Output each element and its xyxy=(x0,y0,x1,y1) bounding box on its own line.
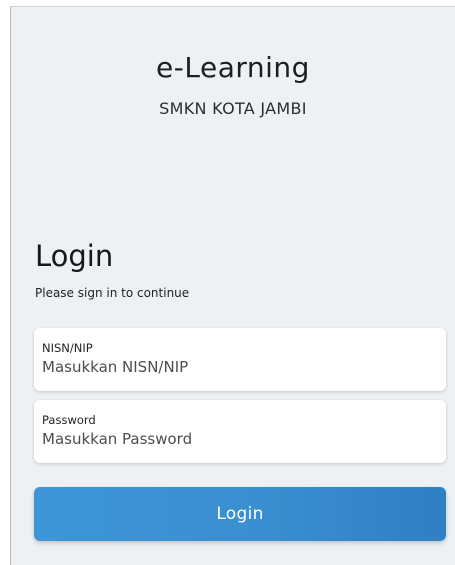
password-field-label: Password xyxy=(42,413,96,427)
school-name: SMKN KOTA JAMBI xyxy=(159,99,307,118)
login-screen: e-Learning SMKN KOTA JAMBI Login Please … xyxy=(10,6,455,565)
nisn-field[interactable]: NISN/NIP xyxy=(34,328,446,391)
nisn-input[interactable] xyxy=(42,358,437,376)
login-heading: Login xyxy=(35,239,114,273)
password-input[interactable] xyxy=(42,430,437,448)
login-subtitle: Please sign in to continue xyxy=(35,286,190,300)
nisn-field-label: NISN/NIP xyxy=(42,341,93,355)
app-title: e-Learning xyxy=(156,51,310,84)
password-field[interactable]: Password xyxy=(34,400,446,463)
login-button[interactable]: Login xyxy=(34,487,446,541)
